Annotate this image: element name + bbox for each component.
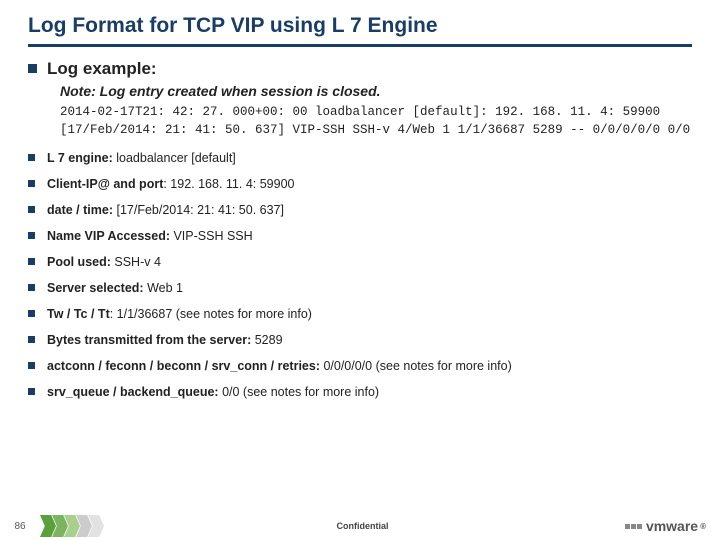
field-value: 0/0 (see notes for more info) — [219, 385, 380, 399]
logo-text: vmware — [646, 518, 698, 534]
list-item: date / time: [17/Feb/2014: 21: 41: 50. 6… — [47, 203, 692, 218]
field-label: actconn / feconn / beconn / srv_conn / r… — [47, 359, 320, 373]
list-item: Pool used: SSH-v 4 — [47, 255, 692, 270]
bullet-icon — [28, 64, 37, 73]
list-item: Tw / Tc / Tt: 1/1/36687 (see notes for m… — [47, 307, 692, 322]
list-item: actconn / feconn / beconn / srv_conn / r… — [47, 359, 692, 374]
field-value: : 1/1/36687 (see notes for more info) — [110, 307, 312, 321]
log-line-1: 2014-02-17T21: 42: 27. 000+00: 00 loadba… — [60, 105, 692, 119]
title-rule — [28, 44, 692, 47]
field-label: Tw / Tc / Tt — [47, 307, 110, 321]
list-item: Name VIP Accessed: VIP-SSH SSH — [47, 229, 692, 244]
list-item: L 7 engine: loadbalancer [default] — [47, 151, 692, 166]
list-item: Server selected: Web 1 — [47, 281, 692, 296]
vmware-logo: vmware ® — [625, 518, 706, 534]
field-value: SSH-v 4 — [111, 255, 161, 269]
field-label: Bytes transmitted from the server: — [47, 333, 251, 347]
footer: 86 Confidential vmware ® — [0, 512, 720, 540]
page-number: 86 — [0, 521, 40, 532]
list-item: srv_queue / backend_queue: 0/0 (see note… — [47, 385, 692, 400]
log-note: Note: Log entry created when session is … — [60, 83, 692, 99]
field-label: Name VIP Accessed: — [47, 229, 170, 243]
chevron-decoration — [40, 515, 100, 537]
field-label: date / time: — [47, 203, 113, 217]
list-item: Bytes transmitted from the server: 5289 — [47, 333, 692, 348]
field-value: [17/Feb/2014: 21: 41: 50. 637] — [113, 203, 284, 217]
field-value: loadbalancer [default] — [113, 151, 236, 165]
field-value: 0/0/0/0/0 (see notes for more info) — [320, 359, 512, 373]
chevron-icon — [88, 515, 104, 537]
field-label: L 7 engine: — [47, 151, 113, 165]
field-label: Pool used: — [47, 255, 111, 269]
registered-icon: ® — [700, 522, 706, 531]
field-value: Web 1 — [144, 281, 183, 295]
field-list: L 7 engine: loadbalancer [default] Clien… — [28, 151, 692, 400]
field-label: Client-IP@ and port — [47, 177, 163, 191]
field-value: 5289 — [251, 333, 282, 347]
field-value: : 192. 168. 11. 4: 59900 — [163, 177, 294, 191]
log-line-2: [17/Feb/2014: 21: 41: 50. 637] VIP-SSH S… — [60, 123, 692, 137]
field-label: srv_queue / backend_queue: — [47, 385, 219, 399]
log-example-row: Log example: — [28, 59, 692, 79]
slide-title: Log Format for TCP VIP using L 7 Engine — [28, 14, 692, 38]
field-label: Server selected: — [47, 281, 144, 295]
field-value: VIP-SSH SSH — [170, 229, 253, 243]
log-example-label: Log example: — [47, 59, 157, 79]
slide: Log Format for TCP VIP using L 7 Engine … — [0, 0, 720, 540]
list-item: Client-IP@ and port: 192. 168. 11. 4: 59… — [47, 177, 692, 192]
logo-boxes-icon — [625, 524, 642, 529]
confidential-label: Confidential — [100, 521, 625, 531]
